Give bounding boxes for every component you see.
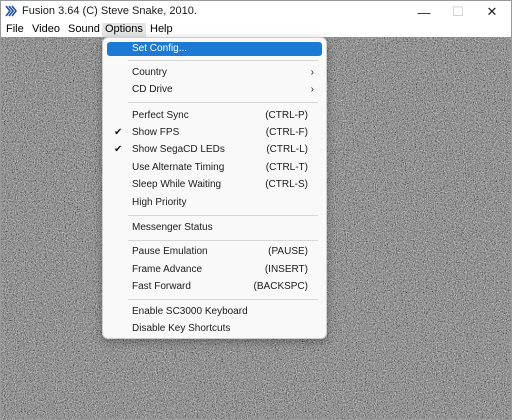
menu-video[interactable]: Video <box>29 23 63 37</box>
menu-item-label: Fast Forward <box>132 281 191 292</box>
menu-item-label: Country <box>132 67 168 78</box>
fusion-app-icon <box>5 5 17 17</box>
options-menu-dropdown: Set Config... Country › CD Drive › Perfe… <box>102 37 327 339</box>
menu-item-label: Frame Advance <box>132 264 203 275</box>
submenu-arrow-icon: › <box>310 67 314 78</box>
menu-item-label: Pause Emulation <box>132 246 208 257</box>
menu-item-label: Show FPS <box>132 127 180 138</box>
menu-item-cd-drive[interactable]: CD Drive › <box>107 83 322 97</box>
menu-separator <box>128 215 318 216</box>
menu-item-sleep-while-waiting[interactable]: Sleep While Waiting (CTRL-S) <box>107 178 322 192</box>
menu-separator <box>128 299 318 300</box>
menu-item-shortcut: (BACKSPC) <box>253 281 308 292</box>
emulator-window: Fusion 3.64 (C) Steve Snake, 2010. — ☐ ✕… <box>0 0 512 420</box>
window-title: Fusion 3.64 (C) Steve Snake, 2010. <box>22 5 197 17</box>
menu-item-show-fps[interactable]: ✔ Show FPS (CTRL-F) <box>107 126 322 140</box>
menu-item-label: High Priority <box>132 197 187 208</box>
menu-item-label: CD Drive <box>132 84 173 95</box>
menu-item-disable-key-shortcuts[interactable]: Disable Key Shortcuts <box>107 322 322 336</box>
submenu-arrow-icon: › <box>310 84 314 95</box>
menu-item-label: Perfect Sync <box>132 110 189 121</box>
menu-sound[interactable]: Sound <box>65 23 103 37</box>
menu-item-enable-sc3000-keyboard[interactable]: Enable SC3000 Keyboard <box>107 305 322 319</box>
menu-separator <box>128 240 318 241</box>
menu-options[interactable]: Options <box>102 23 146 37</box>
menu-item-shortcut: (CTRL-T) <box>265 162 308 173</box>
menu-item-label: Show SegaCD LEDs <box>132 144 225 155</box>
menu-item-label: Set Config... <box>132 43 188 54</box>
menu-item-label: Sleep While Waiting <box>132 179 222 190</box>
menu-separator <box>128 60 318 61</box>
menu-item-country[interactable]: Country › <box>107 66 322 80</box>
menu-bar: File Video Sound Options Help <box>1 23 511 37</box>
menu-item-label: Messenger Status <box>132 222 213 233</box>
close-button[interactable]: ✕ <box>475 1 509 23</box>
menu-item-shortcut: (CTRL-S) <box>265 179 308 190</box>
title-bar[interactable]: Fusion 3.64 (C) Steve Snake, 2010. — ☐ ✕ <box>1 1 511 23</box>
menu-item-show-segacd-leds[interactable]: ✔ Show SegaCD LEDs (CTRL-L) <box>107 143 322 157</box>
menu-separator <box>128 102 318 103</box>
maximize-button[interactable]: ☐ <box>441 1 475 23</box>
menu-item-perfect-sync[interactable]: Perfect Sync (CTRL-P) <box>107 109 322 123</box>
menu-item-label: Use Alternate Timing <box>132 162 225 173</box>
checkmark-icon: ✔ <box>114 144 123 155</box>
menu-item-label: Enable SC3000 Keyboard <box>132 306 248 317</box>
menu-item-label: Disable Key Shortcuts <box>132 323 231 334</box>
menu-item-shortcut: (CTRL-L) <box>266 144 308 155</box>
menu-help[interactable]: Help <box>147 23 176 37</box>
menu-item-shortcut: (CTRL-P) <box>265 110 308 121</box>
minimize-button[interactable]: — <box>407 1 441 23</box>
menu-item-shortcut: (INSERT) <box>264 264 308 275</box>
menu-item-messenger-status[interactable]: Messenger Status <box>107 221 322 235</box>
menu-item-frame-advance[interactable]: Frame Advance (INSERT) <box>107 263 322 277</box>
menu-item-shortcut: (PAUSE) <box>268 246 308 257</box>
menu-item-shortcut: (CTRL-F) <box>265 127 308 138</box>
menu-item-fast-forward[interactable]: Fast Forward (BACKSPC) <box>107 280 322 294</box>
menu-item-pause-emulation[interactable]: Pause Emulation (PAUSE) <box>107 245 322 259</box>
menu-item-set-config[interactable]: Set Config... <box>107 42 322 56</box>
menu-item-use-alternate-timing[interactable]: Use Alternate Timing (CTRL-T) <box>107 161 322 175</box>
checkmark-icon: ✔ <box>114 127 123 138</box>
menu-item-high-priority[interactable]: High Priority <box>107 196 322 210</box>
menu-file[interactable]: File <box>3 23 27 37</box>
